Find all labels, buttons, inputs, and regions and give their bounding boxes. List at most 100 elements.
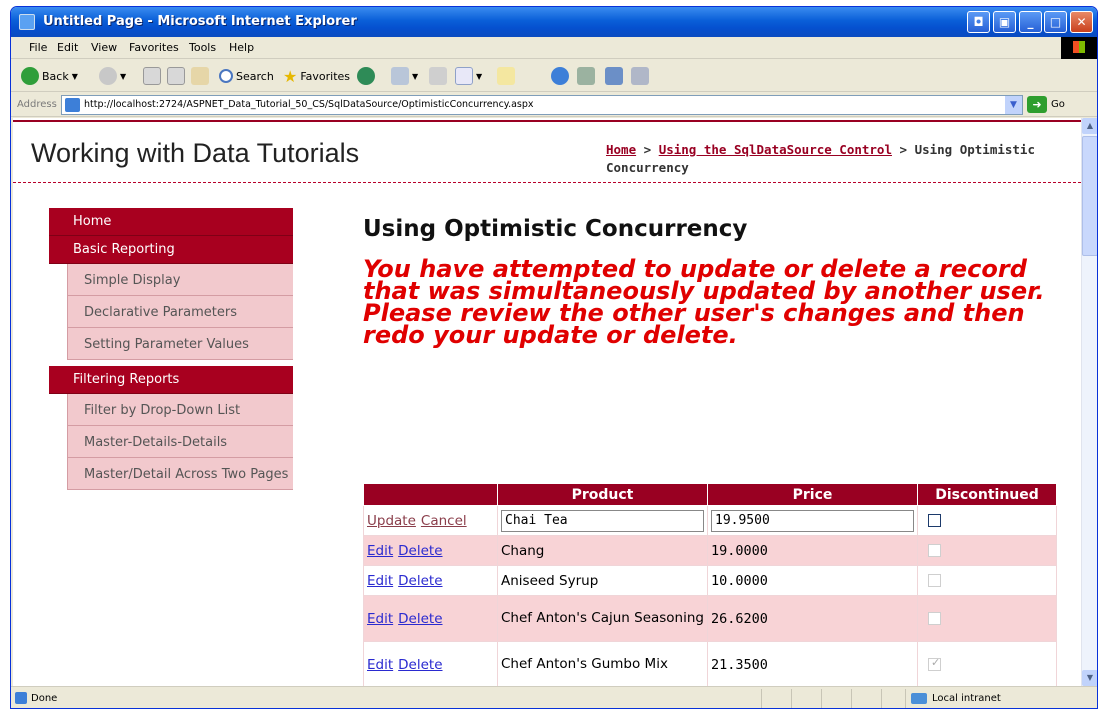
breadcrumb-separator: > xyxy=(891,142,915,157)
grid-header-row: Product Price Discontinued xyxy=(363,483,1057,506)
site-title: Working with Data Tutorials xyxy=(31,138,360,168)
delete-link[interactable]: Delete xyxy=(398,657,442,673)
sidebar-item-declarative-parameters[interactable]: Declarative Parameters xyxy=(67,296,293,328)
home-icon xyxy=(191,67,209,85)
address-label: Address xyxy=(17,99,57,110)
sidebar-item-filter-dropdown[interactable]: Filter by Drop-Down List xyxy=(67,394,293,426)
page-status-icon xyxy=(15,692,27,704)
delete-link[interactable]: Delete xyxy=(398,543,442,559)
discontinued-checkbox xyxy=(928,612,941,625)
edit-page-icon xyxy=(455,67,473,85)
delete-link[interactable]: Delete xyxy=(398,611,442,627)
breadcrumb-home-link[interactable]: Home xyxy=(606,142,636,157)
ie-icon xyxy=(19,14,35,30)
sidebar-item-master-details[interactable]: Master-Details-Details xyxy=(67,426,293,458)
research-button[interactable] xyxy=(577,66,595,86)
print-button[interactable] xyxy=(429,66,447,86)
vertical-scrollbar[interactable]: ▲ ▼ xyxy=(1081,118,1097,686)
maximize-button[interactable]: □ xyxy=(1044,11,1067,33)
menu-view[interactable]: View xyxy=(91,41,117,54)
refresh-icon xyxy=(167,67,185,85)
history-button[interactable]: ▼ xyxy=(391,66,418,86)
edit-link[interactable]: Edit xyxy=(367,543,393,559)
forward-arrow-icon xyxy=(99,67,117,85)
sidebar-item-basic-reporting[interactable]: Basic Reporting xyxy=(49,236,293,264)
table-row: Edit Delete Chang 19.0000 xyxy=(363,535,1057,566)
page-icon xyxy=(65,98,80,112)
edit-link[interactable]: Edit xyxy=(367,573,393,589)
sidebar-item-home[interactable]: Home xyxy=(49,208,293,236)
scroll-up-icon[interactable]: ▲ xyxy=(1082,118,1097,134)
address-dropdown-icon[interactable]: ▼ xyxy=(1005,96,1022,114)
page-content: Working with Data Tutorials Home > Using… xyxy=(13,118,1081,686)
close-button[interactable]: ✕ xyxy=(1070,11,1093,33)
discontinued-checkbox[interactable] xyxy=(928,514,941,527)
back-button[interactable]: Back ▼ xyxy=(21,66,78,86)
sidebar: Home Basic Reporting Simple Display Decl… xyxy=(49,208,293,490)
tool-button-a[interactable] xyxy=(605,66,623,86)
discuss-icon xyxy=(497,67,515,85)
sidebar-item-filtering-reports[interactable]: Filtering Reports xyxy=(49,366,293,394)
refresh-button[interactable] xyxy=(167,66,185,86)
product-cell: Chang xyxy=(497,535,708,566)
menu-help[interactable]: Help xyxy=(229,41,254,54)
edit-link[interactable]: Edit xyxy=(367,657,393,673)
grid-header-price: Price xyxy=(707,483,918,506)
menu-file[interactable]: File xyxy=(29,41,47,54)
sidebar-item-setting-parameter-values[interactable]: Setting Parameter Values xyxy=(67,328,293,360)
restore-view-icon[interactable]: ◘ xyxy=(967,11,990,33)
price-cell: 10.0000 xyxy=(707,565,918,596)
price-input[interactable] xyxy=(711,509,914,532)
products-grid: Product Price Discontinued Update Cancel … xyxy=(363,483,1057,686)
price-cell: 26.6200 xyxy=(707,595,918,642)
windows-logo-icon xyxy=(1061,37,1097,59)
tile-icon[interactable]: ▣ xyxy=(993,11,1016,33)
messenger-button[interactable] xyxy=(551,66,569,86)
sidebar-item-simple-display[interactable]: Simple Display xyxy=(67,264,293,296)
go-button[interactable]: ➜ Go xyxy=(1027,96,1065,113)
grid-header-commands xyxy=(363,483,498,506)
table-row: Edit Delete Aniseed Syrup 10.0000 xyxy=(363,565,1057,596)
cancel-link[interactable]: Cancel xyxy=(421,513,467,529)
title-bar: Untitled Page - Microsoft Internet Explo… xyxy=(11,7,1097,37)
media-button[interactable] xyxy=(357,66,375,86)
breadcrumb-separator: > xyxy=(636,142,659,157)
forward-button[interactable]: ▼ xyxy=(99,66,126,86)
discontinued-checkbox xyxy=(928,544,941,557)
scroll-down-icon[interactable]: ▼ xyxy=(1082,670,1097,686)
header-rule xyxy=(13,120,1081,122)
page-title: Using Optimistic Concurrency xyxy=(363,216,748,242)
address-url: http://localhost:2724/ASPNET_Data_Tutori… xyxy=(84,99,534,110)
product-cell: Chef Anton's Cajun Seasoning xyxy=(497,595,708,642)
history-icon xyxy=(391,67,409,85)
breadcrumb: Home > Using the SqlDataSource Control >… xyxy=(606,141,1056,177)
delete-link[interactable]: Delete xyxy=(398,573,442,589)
header-divider xyxy=(13,182,1081,183)
edit-page-button[interactable]: ▼ xyxy=(455,66,482,86)
toolbar-grid-icon xyxy=(631,67,649,85)
minimize-button[interactable]: _ xyxy=(1019,11,1042,33)
media-icon xyxy=(357,67,375,85)
scroll-thumb[interactable] xyxy=(1082,136,1097,256)
menu-edit[interactable]: Edit xyxy=(57,41,78,54)
browser-window: Untitled Page - Microsoft Internet Explo… xyxy=(10,6,1098,709)
status-text: Done xyxy=(31,693,58,704)
research-icon xyxy=(577,67,595,85)
discuss-button[interactable] xyxy=(497,66,515,86)
print-icon xyxy=(429,67,447,85)
messenger-icon xyxy=(551,67,569,85)
product-name-input[interactable] xyxy=(501,509,704,532)
menu-favorites[interactable]: Favorites xyxy=(129,41,179,54)
home-button[interactable] xyxy=(191,66,209,86)
breadcrumb-section-link[interactable]: Using the SqlDataSource Control xyxy=(659,142,892,157)
address-input[interactable]: http://localhost:2724/ASPNET_Data_Tutori… xyxy=(61,95,1023,115)
update-link[interactable]: Update xyxy=(367,513,416,529)
stop-button[interactable] xyxy=(143,66,161,86)
favorites-button[interactable]: ★ Favorites xyxy=(283,66,350,86)
search-button[interactable]: Search xyxy=(219,66,274,86)
address-bar: Address http://localhost:2724/ASPNET_Dat… xyxy=(11,93,1097,117)
tool-button-b[interactable] xyxy=(631,66,649,86)
edit-link[interactable]: Edit xyxy=(367,611,393,627)
menu-tools[interactable]: Tools xyxy=(189,41,216,54)
sidebar-item-master-detail-two-pages[interactable]: Master/Detail Across Two Pages xyxy=(67,458,293,490)
